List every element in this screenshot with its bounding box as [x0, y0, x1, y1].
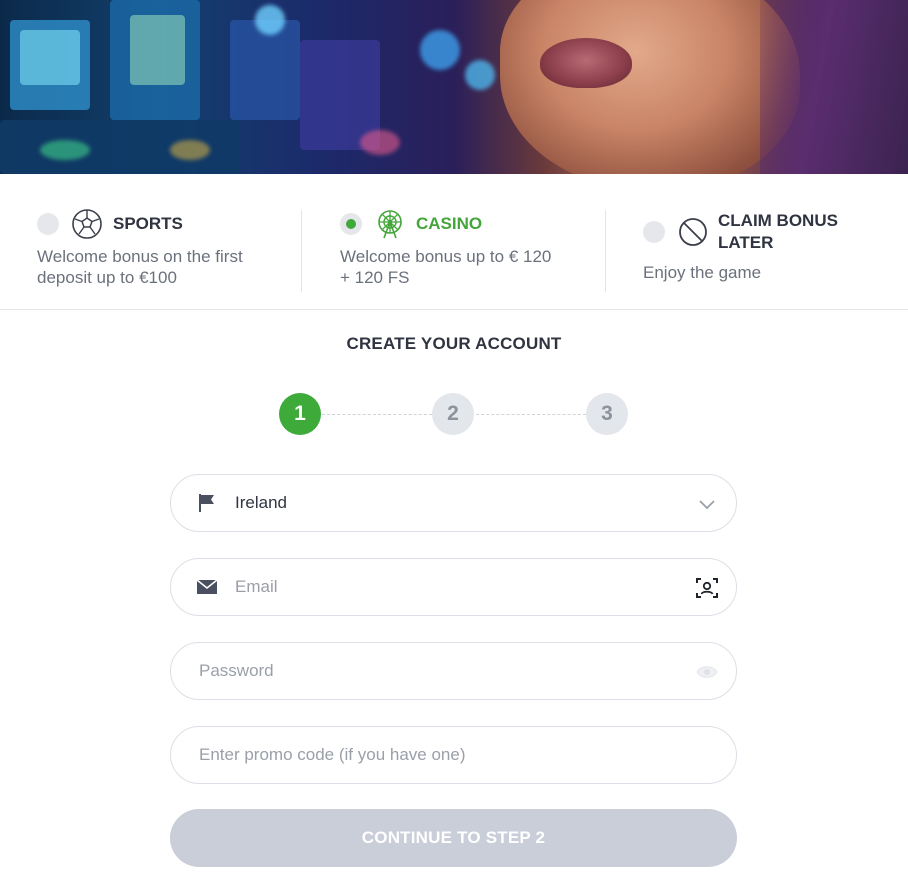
country-select[interactable]: Ireland [170, 474, 737, 532]
sports-title: SPORTS [113, 214, 183, 233]
password-field[interactable]: Password [170, 642, 737, 700]
step-2: 2 [432, 393, 474, 435]
flag-icon [195, 491, 219, 515]
country-value: Ireland [235, 493, 287, 512]
soccer-ball-icon [71, 208, 103, 240]
later-radio[interactable] [643, 221, 665, 243]
bonus-option-casino[interactable]: CASINO Welcome bonus up to € 120 + 120 F… [340, 174, 590, 310]
envelope-icon [195, 575, 219, 599]
sports-radio[interactable] [37, 213, 59, 235]
email-placeholder: Email [235, 577, 278, 596]
bonus-divider [301, 210, 302, 292]
promo-placeholder: Enter promo code (if you have one) [199, 745, 466, 764]
eye-icon[interactable] [694, 659, 720, 685]
sports-description: Welcome bonus on the first deposit up to… [37, 247, 243, 287]
step-1: 1 [279, 393, 321, 435]
ferris-wheel-icon [374, 208, 406, 240]
step-3: 3 [586, 393, 628, 435]
bonus-option-later[interactable]: CLAIM BONUS LATER Enjoy the game [643, 174, 893, 310]
continue-button[interactable]: CONTINUE TO STEP 2 [170, 809, 737, 867]
step-connector [476, 414, 586, 415]
bonus-divider [605, 210, 606, 292]
bonus-option-sports[interactable]: SPORTS Welcome bonus on the first deposi… [37, 174, 287, 310]
step-indicator: 1 2 3 [278, 393, 630, 437]
form-title: CREATE YOUR ACCOUNT [346, 334, 562, 353]
face-id-icon[interactable] [694, 575, 720, 601]
hero-banner [0, 0, 908, 174]
chevron-down-icon [694, 491, 720, 517]
later-title: CLAIM BONUS LATER [718, 211, 838, 252]
casino-radio[interactable] [340, 213, 362, 235]
email-field[interactable]: Email [170, 558, 737, 616]
password-placeholder: Password [199, 661, 274, 680]
casino-title: CASINO [416, 214, 483, 233]
bonus-selector: SPORTS Welcome bonus on the first deposi… [0, 174, 908, 310]
prohibited-icon [677, 216, 709, 248]
step-connector [322, 414, 432, 415]
promo-code-field[interactable]: Enter promo code (if you have one) [170, 726, 737, 784]
later-description: Enjoy the game [643, 263, 762, 282]
casino-description: Welcome bonus up to € 120 + 120 FS [340, 247, 552, 287]
